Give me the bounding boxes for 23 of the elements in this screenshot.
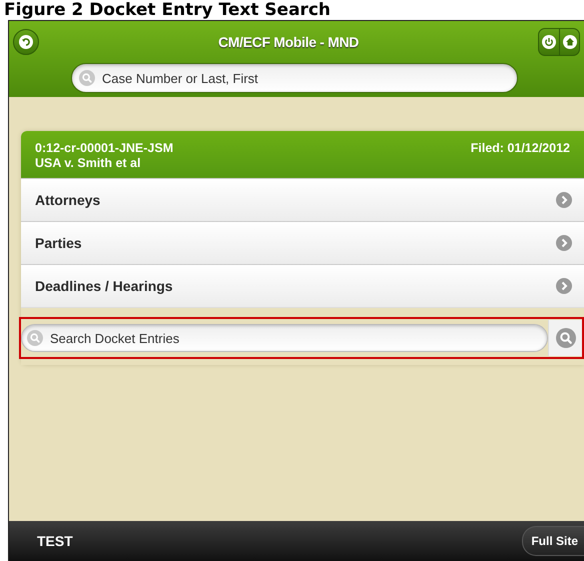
footer-label: TEST [37, 533, 73, 549]
menu-item[interactable]: Parties [21, 221, 584, 264]
case-number: 0:12-cr-00001-JNE-JSM [35, 141, 174, 155]
case-title: USA v. Smith et al [35, 156, 142, 170]
docket-search-field[interactable]: Search Docket Entries [21, 324, 548, 352]
chevron-right-icon [556, 192, 572, 208]
home-button[interactable] [559, 29, 579, 55]
app-title: CM/ECF Mobile - MND [217, 34, 360, 50]
home-icon [562, 35, 576, 49]
power-icon [542, 35, 556, 49]
search-icon [27, 330, 43, 346]
filed-date: Filed: 01/12/2012 [470, 141, 570, 155]
search-icon [556, 328, 576, 348]
case-search-field[interactable]: Case Number or Last, First [71, 63, 518, 93]
menu-item[interactable]: Attorneys [21, 178, 584, 221]
menu-item[interactable]: Deadlines / Hearings [21, 264, 584, 307]
full-site-button[interactable]: Full Site [522, 526, 584, 556]
chevron-right-icon [556, 278, 572, 294]
chevron-right-icon [556, 235, 572, 251]
figure-caption: Figure 2 Docket Entry Text Search [3, 0, 332, 20]
search-icon [79, 70, 95, 86]
back-button[interactable] [13, 29, 39, 55]
search-button[interactable] [548, 320, 582, 356]
